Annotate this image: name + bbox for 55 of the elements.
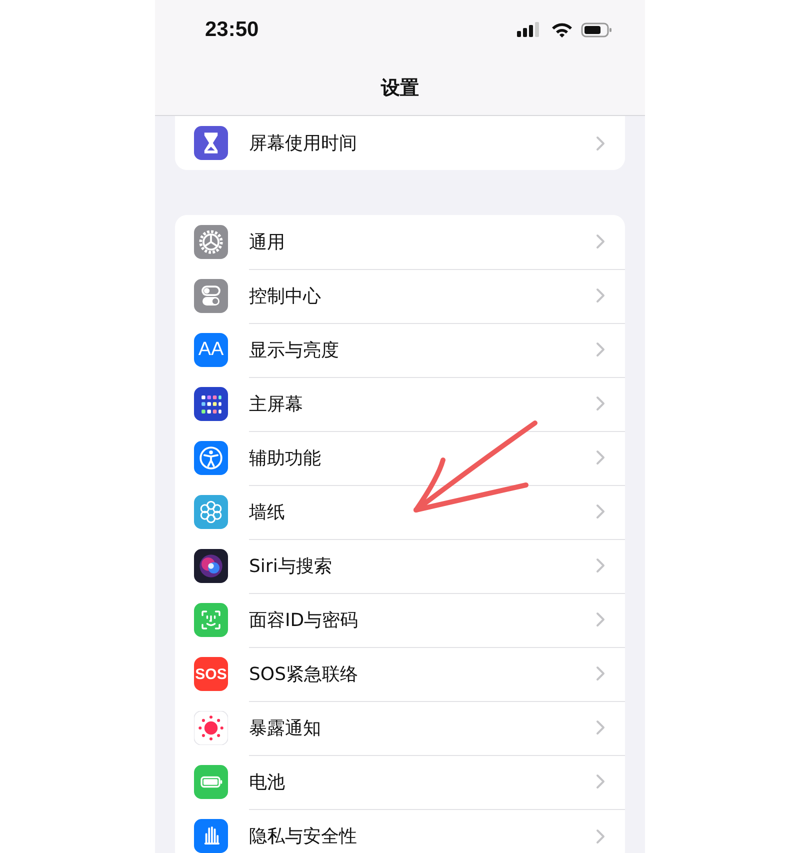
chevron-icon xyxy=(596,450,605,465)
settings-row[interactable]: 通用 xyxy=(175,215,625,269)
row-label: 显示与亮度 xyxy=(249,338,339,362)
row-label: 辅助功能 xyxy=(249,446,321,470)
settings-row[interactable]: 主屏幕 xyxy=(175,377,625,431)
settings-row[interactable]: 控制中心 xyxy=(175,269,625,323)
toggle-icon xyxy=(194,279,228,313)
settings-row[interactable]: AA 显示与亮度 xyxy=(175,323,625,377)
gear-icon xyxy=(194,225,228,259)
chevron-icon xyxy=(596,720,605,735)
settings-row[interactable]: Siri与搜索 xyxy=(175,539,625,593)
chevron-icon xyxy=(596,504,605,519)
wifi-icon xyxy=(551,22,573,38)
row-label: 暴露通知 xyxy=(249,716,321,740)
chevron-icon xyxy=(596,136,605,150)
row-label: Siri与搜索 xyxy=(249,554,332,578)
settings-row[interactable]: 墙纸 xyxy=(175,485,625,539)
hourglass-icon xyxy=(194,126,228,160)
battery-icon xyxy=(581,22,613,38)
app-icon: SOS xyxy=(194,657,228,691)
battery-icon xyxy=(194,765,228,799)
settings-row[interactable]: SOS SOS紧急联络 xyxy=(175,647,625,701)
row-label: 墙纸 xyxy=(249,500,285,524)
chevron-icon xyxy=(596,396,605,411)
row-label: 主屏幕 xyxy=(249,392,303,416)
settings-row[interactable]: 屏幕使用时间 xyxy=(175,116,625,170)
chevron-icon xyxy=(596,666,605,681)
row-label: 电池 xyxy=(249,770,285,794)
sun-icon xyxy=(194,711,228,745)
chevron-icon xyxy=(596,558,605,573)
row-label: 隐私与安全性 xyxy=(249,825,357,848)
chevron-icon xyxy=(596,234,605,249)
settings-row[interactable]: 隐私与安全性 xyxy=(175,809,625,853)
settings-row[interactable]: 辅助功能 xyxy=(175,431,625,485)
chevron-icon xyxy=(596,342,605,357)
orb-icon xyxy=(194,549,228,583)
row-label: SOS紧急联络 xyxy=(249,662,358,686)
chevron-icon xyxy=(596,612,605,627)
person-icon xyxy=(194,441,228,475)
status-time: 23:50 xyxy=(205,18,259,42)
chevron-icon xyxy=(596,288,605,303)
grid-icon xyxy=(194,387,228,421)
chevron-icon xyxy=(596,828,605,844)
face-icon xyxy=(194,603,228,637)
settings-row[interactable]: 电池 xyxy=(175,755,625,809)
chevron-icon xyxy=(596,774,605,789)
row-label: 通用 xyxy=(249,230,285,254)
page-title: 设置 xyxy=(381,76,419,100)
row-label: 屏幕使用时间 xyxy=(249,132,357,155)
settings-row[interactable]: 暴露通知 xyxy=(175,701,625,755)
row-label: 面容ID与密码 xyxy=(249,608,358,632)
settings-row[interactable]: 面容ID与密码 xyxy=(175,593,625,647)
row-label: 控制中心 xyxy=(249,284,321,308)
app-icon: AA xyxy=(194,333,228,367)
flower-icon xyxy=(194,495,228,529)
